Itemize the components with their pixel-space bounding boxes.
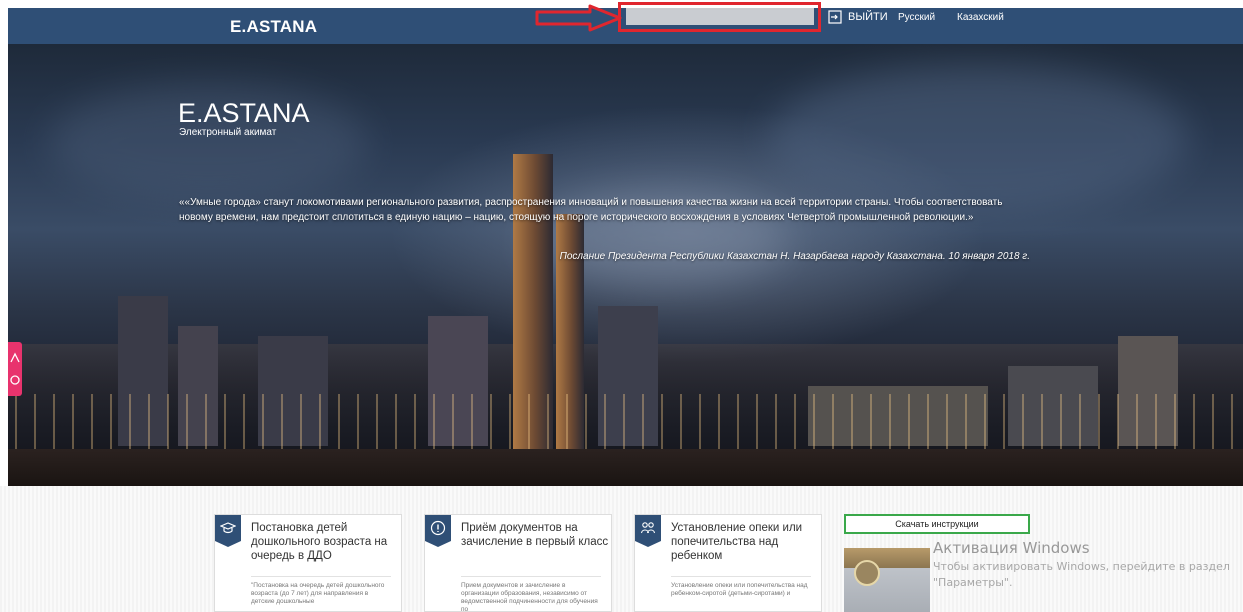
language-russian[interactable]: Русский <box>898 12 935 23</box>
people-icon <box>635 515 661 547</box>
red-arrow-annotation <box>535 4 622 32</box>
logout-icon <box>828 10 842 24</box>
emblem-icon <box>854 560 880 586</box>
divider <box>461 576 601 577</box>
windows-activation-title: Активация Windows <box>933 539 1090 557</box>
hero-title: E.ASTANA <box>178 98 310 128</box>
highlight-box <box>618 2 821 32</box>
service-title: Постановка детей дошкольного возраста на… <box>251 522 388 562</box>
divider <box>251 576 391 577</box>
windows-activation-text: Чтобы активировать Windows, перейдите в … <box>933 560 1230 589</box>
service-description: Прием документов и зачисление в организа… <box>461 582 598 612</box>
accessibility-icon <box>10 352 20 363</box>
city-lights <box>8 394 1243 454</box>
brand-logo[interactable]: E.ASTANA <box>230 17 317 37</box>
hero-subtitle: Электронный акимат <box>179 127 277 138</box>
service-card-kindergarten[interactable]: Постановка детей дошкольного возраста на… <box>214 514 402 612</box>
service-description: "Постановка на очередь детей дошкольного… <box>251 582 385 605</box>
service-card-guardianship[interactable]: Установление опеки или попечительства на… <box>634 514 822 612</box>
president-quote: ««Умные города» станут локомотивами реги… <box>179 197 1003 223</box>
road <box>8 449 1243 486</box>
page: E.ASTANA ВЫЙТИ Русский Казахский E.ASTAN… <box>0 0 1243 612</box>
cloud <box>768 64 1188 214</box>
service-card-first-grade[interactable]: Приём документов на зачисление в первый … <box>424 514 612 612</box>
logout-button[interactable]: ВЫЙТИ <box>828 10 888 24</box>
accessibility-side-tab[interactable] <box>8 342 22 396</box>
language-kazakh[interactable]: Казахский <box>957 12 1004 23</box>
quote-source: Послание Президента Республики Казахстан… <box>559 251 1030 262</box>
eye-icon <box>10 375 20 385</box>
akimat-building-image <box>844 548 930 612</box>
info-icon <box>425 515 451 547</box>
download-instructions-button[interactable]: Скачать инструкции <box>844 514 1030 534</box>
service-description: Установление опеки или попечительства на… <box>671 582 808 597</box>
service-title: Приём документов на зачисление в первый … <box>461 522 609 548</box>
logout-label: ВЫЙТИ <box>848 11 888 23</box>
service-title: Установление опеки или попечительства на… <box>671 522 803 562</box>
graduation-cap-icon <box>215 515 241 547</box>
divider <box>671 576 811 577</box>
